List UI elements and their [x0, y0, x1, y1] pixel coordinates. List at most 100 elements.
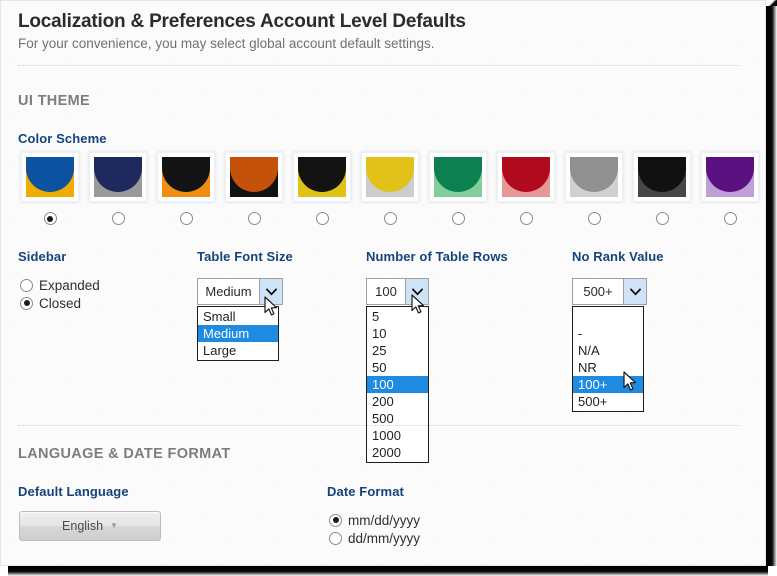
no-rank-value-option[interactable]: N/A [573, 342, 643, 359]
number-of-table-rows-option[interactable]: 1000 [367, 427, 428, 444]
color-swatch-green-mint[interactable] [429, 152, 487, 202]
color-scheme-option[interactable] [356, 152, 424, 228]
radio-icon[interactable] [180, 212, 193, 225]
color-scheme-radio[interactable] [44, 210, 57, 228]
color-swatch-preview [570, 157, 618, 197]
number-of-table-rows-option-list[interactable]: 510255010020050010002000 [366, 306, 429, 463]
no-rank-value-option[interactable]: 100+ [573, 376, 643, 393]
radio-icon[interactable] [329, 532, 342, 545]
color-scheme-option[interactable] [220, 152, 288, 228]
number-of-table-rows-option[interactable]: 10 [367, 325, 428, 342]
color-swatch-preview [638, 157, 686, 197]
radio-icon[interactable] [20, 297, 33, 310]
divider-bottom [18, 425, 740, 426]
color-swatch-crimson-rose[interactable] [497, 152, 555, 202]
number-of-table-rows-option[interactable]: 2000 [367, 444, 428, 461]
color-scheme-option[interactable] [16, 152, 84, 228]
date-format-option[interactable]: dd/mm/yyyy [329, 529, 420, 547]
color-scheme-option[interactable] [152, 152, 220, 228]
table-font-size-option[interactable]: Medium [198, 325, 278, 342]
no-rank-value-option-list[interactable]: -N/ANR100+500+ [572, 306, 644, 412]
color-scheme-option[interactable] [628, 152, 696, 228]
table-font-size-option[interactable]: Large [198, 342, 278, 359]
sidebar-option-label: Closed [39, 296, 81, 311]
radio-icon[interactable] [384, 212, 397, 225]
color-scheme-radio[interactable] [180, 210, 193, 228]
color-scheme-radio[interactable] [384, 210, 397, 228]
radio-icon[interactable] [44, 212, 57, 225]
table-font-size-option[interactable]: Small [198, 308, 278, 325]
sidebar-option[interactable]: Expanded [20, 276, 100, 294]
color-scheme-radio[interactable] [724, 210, 737, 228]
number-of-table-rows-option[interactable]: 100 [367, 376, 428, 393]
no-rank-value-option[interactable]: - [573, 325, 643, 342]
color-swatch-preview [434, 157, 482, 197]
sidebar-option-label: Expanded [39, 278, 100, 293]
date-format-option-label: dd/mm/yyyy [348, 531, 420, 546]
chevron-down-icon[interactable] [259, 279, 282, 304]
table-font-size-option-list[interactable]: SmallMediumLarge [197, 306, 279, 361]
radio-icon[interactable] [724, 212, 737, 225]
color-swatch-preview [94, 157, 142, 197]
page-title: Localization & Preferences Account Level… [18, 11, 738, 33]
color-swatch-preview [162, 157, 210, 197]
color-scheme-radio[interactable] [520, 210, 533, 228]
number-of-table-rows-value: 100 [367, 279, 405, 304]
color-scheme-radio[interactable] [452, 210, 465, 228]
color-scheme-radio[interactable] [112, 210, 125, 228]
table-font-size-select[interactable]: Medium [197, 278, 283, 305]
window-shadow-right [766, 6, 777, 566]
no-rank-value-option[interactable]: NR [573, 359, 643, 376]
color-scheme-option[interactable] [288, 152, 356, 228]
chevron-down-icon[interactable] [623, 279, 646, 304]
color-swatch-gray-lightgray[interactable] [565, 152, 623, 202]
color-swatch-black-gold[interactable] [293, 152, 351, 202]
number-of-table-rows-select[interactable]: 100 [366, 278, 429, 305]
color-scheme-option[interactable] [84, 152, 152, 228]
color-swatch-preview [366, 157, 414, 197]
number-of-table-rows-option[interactable]: 50 [367, 359, 428, 376]
label-sidebar: Sidebar [18, 249, 66, 264]
color-scheme-radio[interactable] [656, 210, 669, 228]
color-swatch-blue-gold[interactable] [21, 152, 79, 202]
label-default-language: Default Language [18, 484, 129, 499]
color-swatch-preview [298, 157, 346, 197]
color-swatch-navy-gray[interactable] [89, 152, 147, 202]
default-language-button[interactable]: English ▼ [19, 511, 161, 541]
chevron-down-icon[interactable] [405, 279, 428, 304]
radio-icon[interactable] [316, 212, 329, 225]
radio-icon[interactable] [656, 212, 669, 225]
color-swatch-black-charcoal[interactable] [633, 152, 691, 202]
no-rank-value-option[interactable] [573, 308, 643, 325]
table-font-size-value: Medium [198, 279, 259, 304]
color-scheme-option[interactable] [696, 152, 764, 228]
radio-icon[interactable] [588, 212, 601, 225]
radio-icon[interactable] [520, 212, 533, 225]
sidebar-option[interactable]: Closed [20, 294, 100, 312]
color-swatch-orange-black[interactable] [225, 152, 283, 202]
number-of-table-rows-option[interactable]: 200 [367, 393, 428, 410]
date-format-option[interactable]: mm/dd/yyyy [329, 511, 420, 529]
color-scheme-radio[interactable] [316, 210, 329, 228]
color-scheme-radio[interactable] [248, 210, 261, 228]
radio-icon[interactable] [452, 212, 465, 225]
section-heading-ui-theme: UI THEME [18, 93, 90, 109]
radio-icon[interactable] [248, 212, 261, 225]
divider-top [18, 65, 740, 66]
color-scheme-option[interactable] [492, 152, 560, 228]
color-scheme-option[interactable] [424, 152, 492, 228]
color-scheme-radio[interactable] [588, 210, 601, 228]
color-swatch-black-orange[interactable] [157, 152, 215, 202]
color-swatch-preview [706, 157, 754, 197]
no-rank-value-option[interactable]: 500+ [573, 393, 643, 410]
color-swatch-purple-lilac[interactable] [701, 152, 759, 202]
number-of-table-rows-option[interactable]: 25 [367, 342, 428, 359]
radio-icon[interactable] [112, 212, 125, 225]
radio-icon[interactable] [329, 514, 342, 527]
number-of-table-rows-option[interactable]: 5 [367, 308, 428, 325]
color-swatch-gold-gray[interactable] [361, 152, 419, 202]
radio-icon[interactable] [20, 279, 33, 292]
color-swatch-preview [26, 157, 74, 197]
no-rank-value-select[interactable]: 500+ [572, 278, 647, 305]
color-scheme-option[interactable] [560, 152, 628, 228]
